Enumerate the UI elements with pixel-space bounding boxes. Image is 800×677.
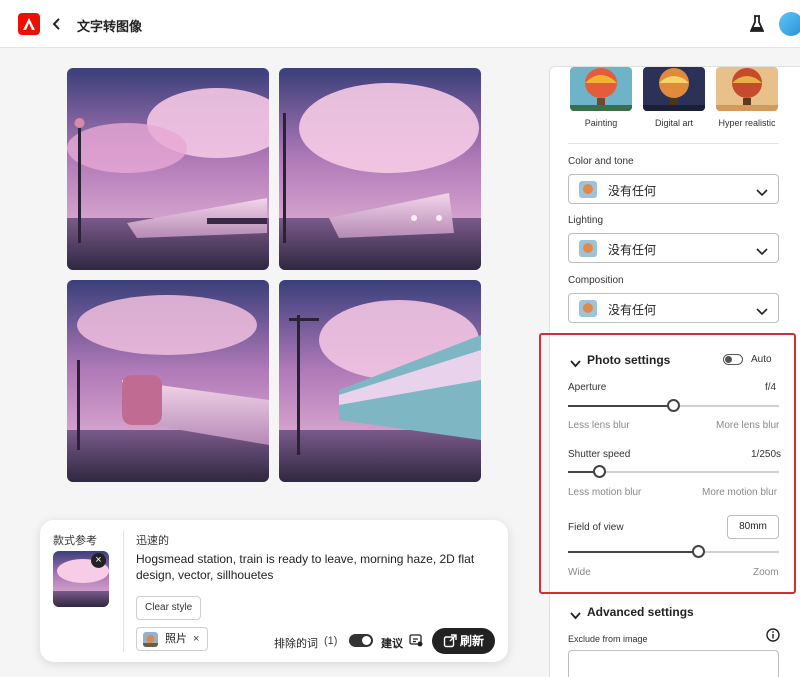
prompt-card: 款式参考 × 迅速的 Hogsmead station, train is re… bbox=[40, 520, 508, 662]
result-image-2[interactable] bbox=[279, 68, 481, 270]
divider bbox=[568, 143, 779, 144]
field-of-view-slider-fill bbox=[568, 551, 699, 553]
aperture-min-hint: Less lens blur bbox=[568, 420, 630, 431]
chevron-down-icon[interactable] bbox=[570, 355, 581, 373]
color-tone-label: Color and tone bbox=[568, 156, 634, 167]
refresh-label: 刷新 bbox=[460, 634, 485, 648]
suggestions-label: 建议 bbox=[381, 638, 403, 650]
clear-style-button[interactable]: Clear style bbox=[136, 596, 202, 620]
chip-close-icon[interactable]: × bbox=[193, 633, 199, 645]
field-of-view-input[interactable]: 80mm bbox=[727, 515, 779, 539]
chevron-down-icon[interactable] bbox=[570, 607, 581, 625]
result-image-1[interactable] bbox=[67, 68, 269, 270]
result-grid bbox=[67, 68, 481, 482]
style-painting-label: Painting bbox=[584, 118, 618, 128]
field-of-view-max-hint: Zoom bbox=[753, 567, 779, 578]
chip-label: 照片 bbox=[165, 633, 187, 645]
shutter-speed-slider-handle[interactable] bbox=[593, 465, 606, 478]
prompt-input[interactable]: Hogsmead station, train is ready to leav… bbox=[136, 551, 496, 583]
aperture-slider-fill bbox=[568, 405, 674, 407]
photo-settings-title[interactable]: Photo settings bbox=[587, 353, 670, 367]
page-title: 文字转图像 bbox=[77, 19, 143, 34]
shutter-speed-value: 1/250s bbox=[751, 449, 782, 460]
style-hyper-realistic-label: Hyper realistic bbox=[718, 118, 776, 128]
field-of-view-min-hint: Wide bbox=[568, 567, 591, 578]
suggestions-toggle[interactable] bbox=[349, 634, 373, 647]
lighting-value: 没有任何 bbox=[608, 243, 657, 257]
aperture-label: Aperture bbox=[568, 382, 607, 393]
style-hyper-realistic-thumbnail[interactable] bbox=[716, 67, 778, 111]
flask-icon[interactable] bbox=[749, 15, 765, 38]
remove-style-reference-close-icon[interactable]: × bbox=[91, 553, 106, 568]
lighting-label: Lighting bbox=[568, 215, 604, 226]
style-painting-thumbnail[interactable] bbox=[570, 67, 632, 111]
excluded-words-count: (1) bbox=[324, 635, 338, 647]
shutter-speed-max-hint: More motion blur bbox=[702, 487, 778, 498]
aperture-max-hint: More lens blur bbox=[716, 420, 780, 431]
content-type-chip[interactable]: 照片 × bbox=[136, 627, 209, 651]
avatar-icon[interactable] bbox=[779, 12, 800, 36]
back-chevron-icon[interactable] bbox=[52, 15, 66, 33]
exclude-from-image-label: Exclude from image bbox=[568, 634, 648, 644]
shutter-speed-min-hint: Less motion blur bbox=[568, 487, 642, 498]
color-tone-value: 没有任何 bbox=[608, 184, 657, 198]
excluded-words-label[interactable]: 排除的词 bbox=[274, 635, 318, 651]
composition-dropdown[interactable]: 没有任何 bbox=[568, 293, 779, 323]
composition-value: 没有任何 bbox=[608, 303, 657, 317]
field-of-view-label: Field of view bbox=[568, 522, 624, 533]
composition-label: Composition bbox=[568, 275, 624, 286]
aperture-value: f/4 bbox=[765, 382, 777, 393]
vertical-divider bbox=[123, 530, 124, 652]
auto-label: Auto bbox=[751, 354, 772, 365]
lighting-dropdown[interactable]: 没有任何 bbox=[568, 233, 779, 263]
chevron-down-icon bbox=[756, 243, 768, 261]
adobe-logo-icon[interactable] bbox=[18, 13, 40, 35]
refresh-button[interactable]: 刷新 bbox=[432, 628, 495, 654]
top-bar: 文字转图像 bbox=[0, 0, 800, 48]
style-digital-art-label: Digital art bbox=[654, 118, 693, 128]
refresh-icon bbox=[443, 634, 457, 648]
dropdown-thumbnail bbox=[579, 240, 597, 257]
result-image-3[interactable] bbox=[67, 280, 269, 482]
chevron-down-icon bbox=[756, 303, 768, 321]
style-reference-label: 款式参考 bbox=[53, 535, 97, 547]
exclude-from-image-input[interactable] bbox=[568, 650, 779, 677]
chip-thumbnail bbox=[143, 632, 158, 647]
field-of-view-slider-handle[interactable] bbox=[692, 545, 705, 558]
result-image-4[interactable] bbox=[279, 280, 481, 482]
info-icon[interactable] bbox=[766, 628, 780, 647]
auto-toggle[interactable] bbox=[723, 354, 743, 365]
style-digital-art-thumbnail[interactable] bbox=[643, 67, 705, 111]
fast-mode-label: 迅速的 bbox=[136, 535, 169, 547]
shutter-speed-label: Shutter speed bbox=[568, 449, 631, 460]
advanced-settings-title[interactable]: Advanced settings bbox=[587, 605, 694, 619]
aperture-slider-handle[interactable] bbox=[667, 399, 680, 412]
color-tone-dropdown[interactable]: 没有任何 bbox=[568, 174, 779, 204]
chevron-down-icon bbox=[756, 184, 768, 202]
suggestion-icon[interactable] bbox=[409, 634, 423, 652]
dropdown-thumbnail bbox=[579, 181, 597, 198]
dropdown-thumbnail bbox=[579, 300, 597, 317]
